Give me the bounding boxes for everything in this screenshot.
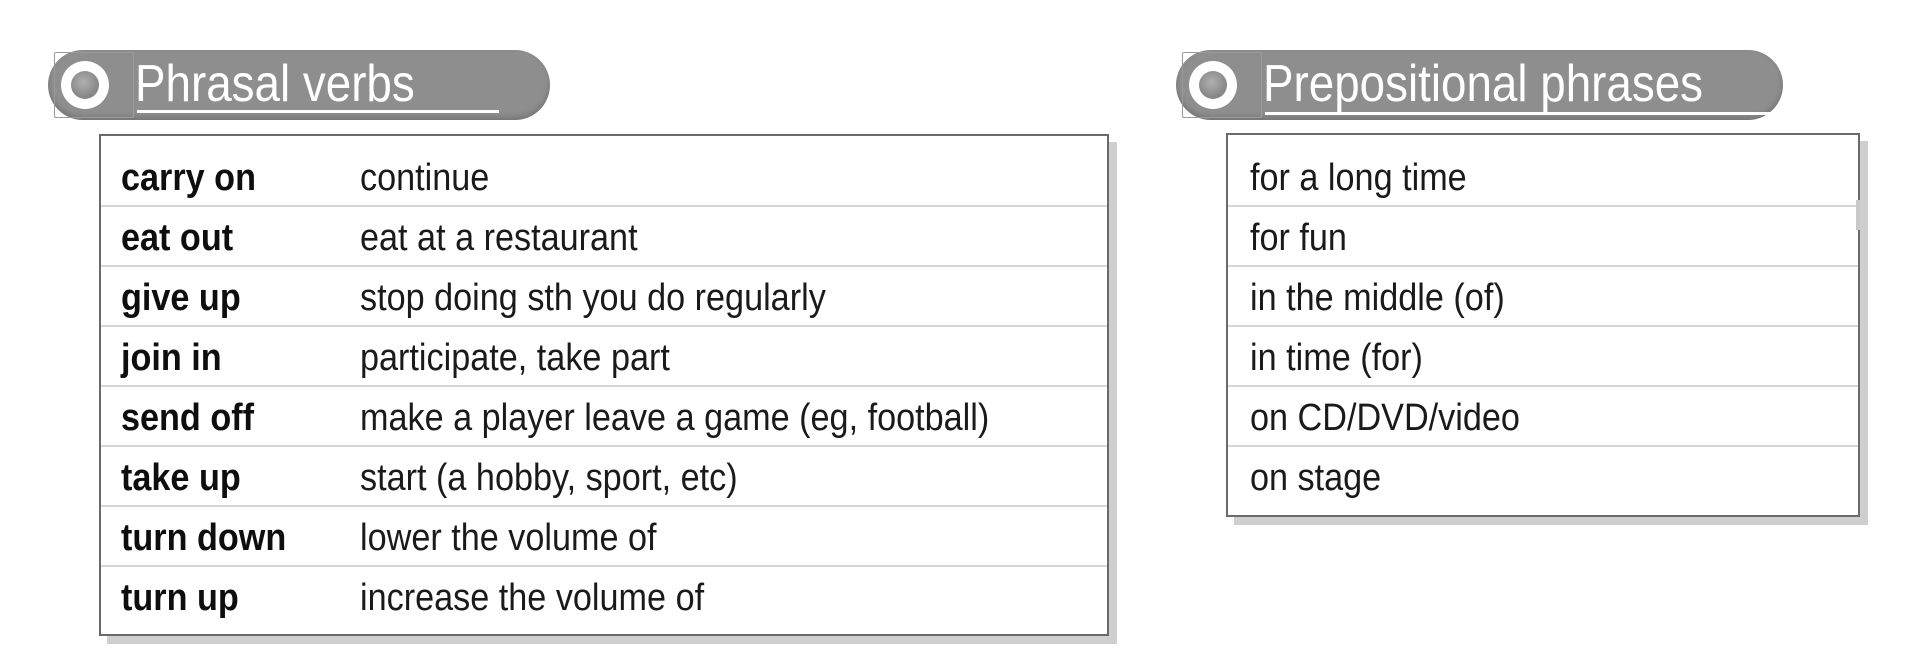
phrasal-verb: carry on [121,157,256,199]
table-row: in time (for) [1228,327,1858,387]
table-row: on stage [1228,447,1858,507]
verb-definition: participate, take part [360,337,670,379]
verb-definition: continue [360,157,490,199]
table-row: send off make a player leave a game (eg,… [101,387,1107,447]
verb-definition: eat at a restaurant [360,217,638,259]
table-row: on CD/DVD/video [1228,387,1858,447]
table-row: turn up increase the volume of [101,567,1107,627]
table-row: join in participate, take part [101,327,1107,387]
phrasal-verb: give up [121,277,241,319]
prepositional-phrase: on CD/DVD/video [1250,397,1520,439]
verb-definition: start (a hobby, sport, etc) [360,457,738,499]
section-title: Prepositional phrases [1263,55,1704,113]
table-row: take up start (a hobby, sport, etc) [101,447,1107,507]
table-row: give up stop doing sth you do regularly [101,267,1107,327]
verb-definition: lower the volume of [360,517,657,559]
prepositional-phrases-table: for a long time for fun in the middle (o… [1226,133,1860,517]
phrasal-verb: join in [121,337,222,379]
table-row: eat out eat at a restaurant [101,207,1107,267]
verb-definition: stop doing sth you do regularly [360,277,826,319]
bullet-icon [1189,61,1237,109]
phrasal-verb: send off [121,397,255,439]
table-row: carry on continue [101,147,1107,207]
table-row: in the middle (of) [1228,267,1858,327]
prepositional-phrase: in time (for) [1250,337,1423,379]
phrasal-verbs-header: Phrasal verbs [48,50,550,120]
bullet-icon [61,61,109,109]
phrasal-verb: turn up [121,577,239,619]
verb-definition: make a player leave a game (eg, football… [360,397,990,439]
section-title: Phrasal verbs [135,55,415,113]
phrasal-verb: turn down [121,517,287,559]
title-underline [137,110,499,113]
phrasal-verb: eat out [121,217,234,259]
prepositional-phrase: on stage [1250,457,1382,499]
table-row: for a long time [1228,147,1858,207]
verb-definition: increase the volume of [360,577,705,619]
table-row: for fun [1228,207,1858,267]
prepositional-phrases-header: Prepositional phrases [1176,50,1783,120]
phrasal-verbs-table: carry on continue eat out eat at a resta… [99,134,1109,636]
prepositional-phrase: in the middle (of) [1250,277,1505,319]
title-underline [1265,112,1774,115]
table-row: turn down lower the volume of [101,507,1107,567]
prepositional-phrase: for fun [1250,217,1347,259]
phrasal-verb: take up [121,457,241,499]
edge-mark [1856,200,1860,230]
prepositional-phrase: for a long time [1250,157,1467,199]
